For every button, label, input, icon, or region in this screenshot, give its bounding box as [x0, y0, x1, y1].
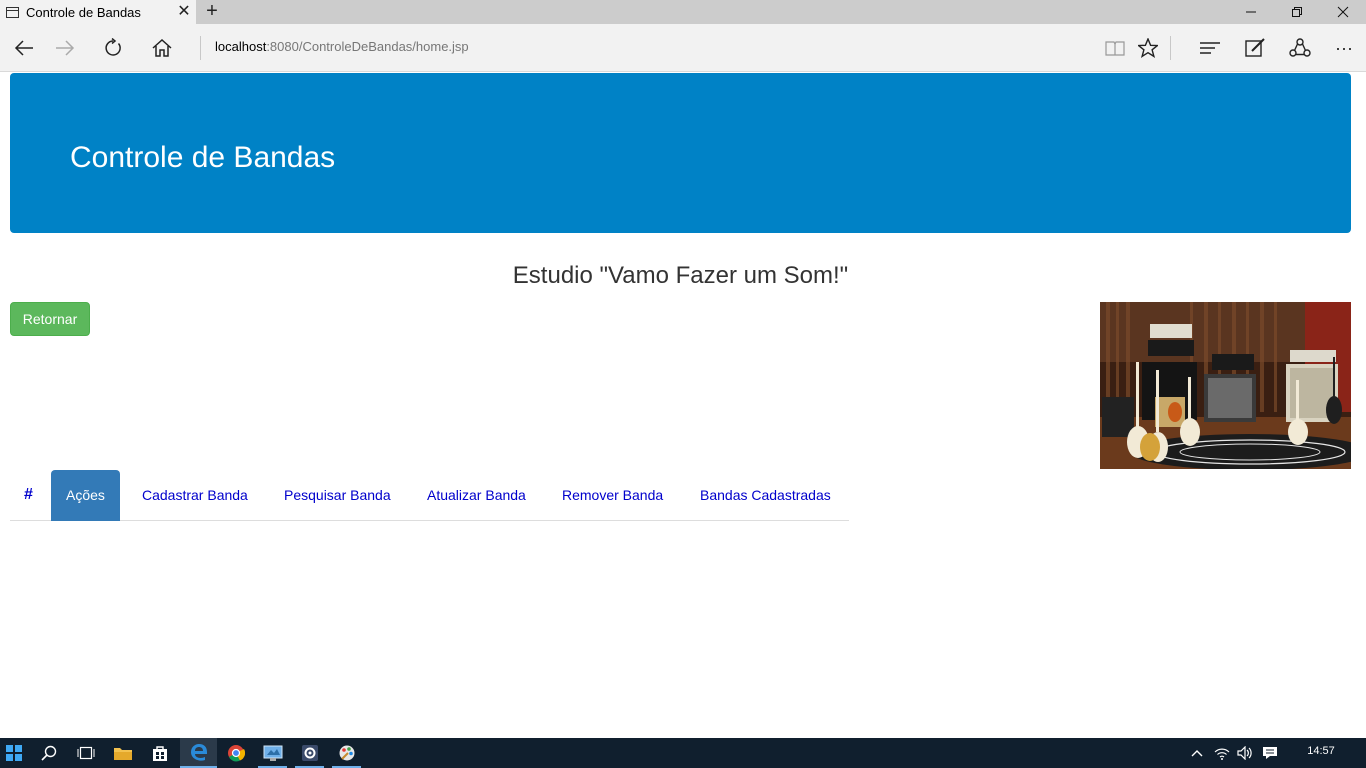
page-icon [6, 6, 19, 18]
page-title: Estudio "Vamo Fazer um Som!" [512, 262, 849, 289]
tab-pesquisar-banda[interactable]: Pesquisar Banda [269, 470, 406, 521]
tray-overflow-button[interactable] [1186, 738, 1208, 768]
hub-button[interactable] [1188, 24, 1232, 72]
chrome-icon [227, 745, 245, 762]
restore-button[interactable] [1274, 0, 1320, 24]
tab-close-button[interactable]: ✕ [172, 0, 196, 24]
search-icon [40, 745, 56, 761]
edge-taskbar-button[interactable] [180, 738, 217, 768]
browser-tab-strip: Controle de Bandas ✕ + [0, 0, 1366, 24]
network-button[interactable] [1211, 738, 1233, 768]
app-taskbar-button-2[interactable] [291, 738, 328, 768]
wifi-icon [1214, 748, 1230, 760]
clock[interactable]: 14:57 [1296, 745, 1346, 757]
tab-acoes[interactable]: Ações [51, 470, 120, 521]
studio-photo [1100, 302, 1351, 469]
windows-logo-icon [6, 745, 22, 761]
forward-button[interactable] [41, 24, 89, 72]
more-button[interactable]: ··· [1322, 24, 1366, 72]
web-note-button[interactable] [1233, 24, 1277, 72]
new-tab-button[interactable]: + [198, 0, 226, 24]
refresh-button[interactable] [89, 24, 137, 72]
minimize-button[interactable] [1228, 0, 1274, 24]
chevron-up-icon [1191, 750, 1203, 757]
close-window-button[interactable] [1320, 0, 1366, 24]
minimize-icon [1246, 11, 1256, 13]
pen-note-icon [1245, 38, 1265, 57]
arrow-left-icon [14, 40, 33, 56]
favorite-button[interactable] [1126, 24, 1170, 72]
task-view-icon [77, 746, 94, 760]
notification-icon [1263, 747, 1277, 759]
tab-cadastrar-banda[interactable]: Cadastrar Banda [127, 470, 263, 521]
start-button[interactable] [0, 738, 28, 768]
share-button[interactable] [1278, 24, 1322, 72]
address-path: :8080/ControleDeBandas/home.jsp [266, 39, 469, 54]
address-host: localhost [215, 39, 267, 54]
actions-nav-tabs: # Ações Cadastrar Banda Pesquisar Banda … [10, 470, 849, 521]
address-separator [200, 36, 201, 60]
book-icon [1105, 41, 1125, 56]
taskbar: 14:57 [0, 738, 1366, 768]
chrome-taskbar-button[interactable] [217, 738, 254, 768]
gear-app-icon [301, 745, 318, 761]
star-icon [1138, 38, 1158, 58]
tab-atualizar-banda[interactable]: Atualizar Banda [412, 470, 541, 521]
window-controls [1228, 0, 1366, 24]
browser-tab[interactable]: Controle de Bandas ✕ [0, 0, 196, 24]
app-taskbar-button-1[interactable] [254, 738, 291, 768]
tab-bandas-cadastradas[interactable]: Bandas Cadastradas [685, 470, 846, 521]
speaker-icon [1237, 746, 1252, 760]
task-view-button[interactable] [67, 738, 104, 768]
share-icon [1289, 38, 1311, 57]
action-center-button[interactable] [1259, 738, 1281, 768]
edge-icon [190, 744, 207, 761]
address-bar[interactable]: localhost:8080/ControleDeBandas/home.jsp [215, 39, 469, 54]
volume-button[interactable] [1234, 738, 1256, 768]
paint-app-icon [339, 745, 354, 761]
arrow-right-icon [56, 40, 75, 56]
tab-remover-banda[interactable]: Remover Banda [547, 470, 678, 521]
store-bag-icon [152, 746, 167, 761]
banner: Controle de Bandas [10, 73, 1351, 233]
close-icon [1337, 6, 1349, 18]
home-icon [152, 39, 172, 57]
desktop-app-icon [263, 745, 282, 761]
browser-toolbar: localhost:8080/ControleDeBandas/home.jsp… [0, 24, 1366, 72]
refresh-icon [105, 38, 121, 56]
app-taskbar-button-3[interactable] [328, 738, 365, 768]
toolbar-separator [1170, 36, 1171, 60]
folder-icon [113, 748, 132, 760]
store-button[interactable] [141, 738, 178, 768]
file-explorer-button[interactable] [104, 738, 141, 768]
home-button[interactable] [138, 24, 186, 72]
banner-title: Controle de Bandas [70, 141, 336, 174]
restore-icon [1292, 7, 1302, 17]
search-button[interactable] [30, 738, 67, 768]
hub-icon [1200, 42, 1220, 54]
tab-title: Controle de Bandas [26, 4, 141, 20]
return-button[interactable]: Retornar [10, 302, 90, 336]
tabs-hash-link[interactable]: # [24, 486, 33, 504]
